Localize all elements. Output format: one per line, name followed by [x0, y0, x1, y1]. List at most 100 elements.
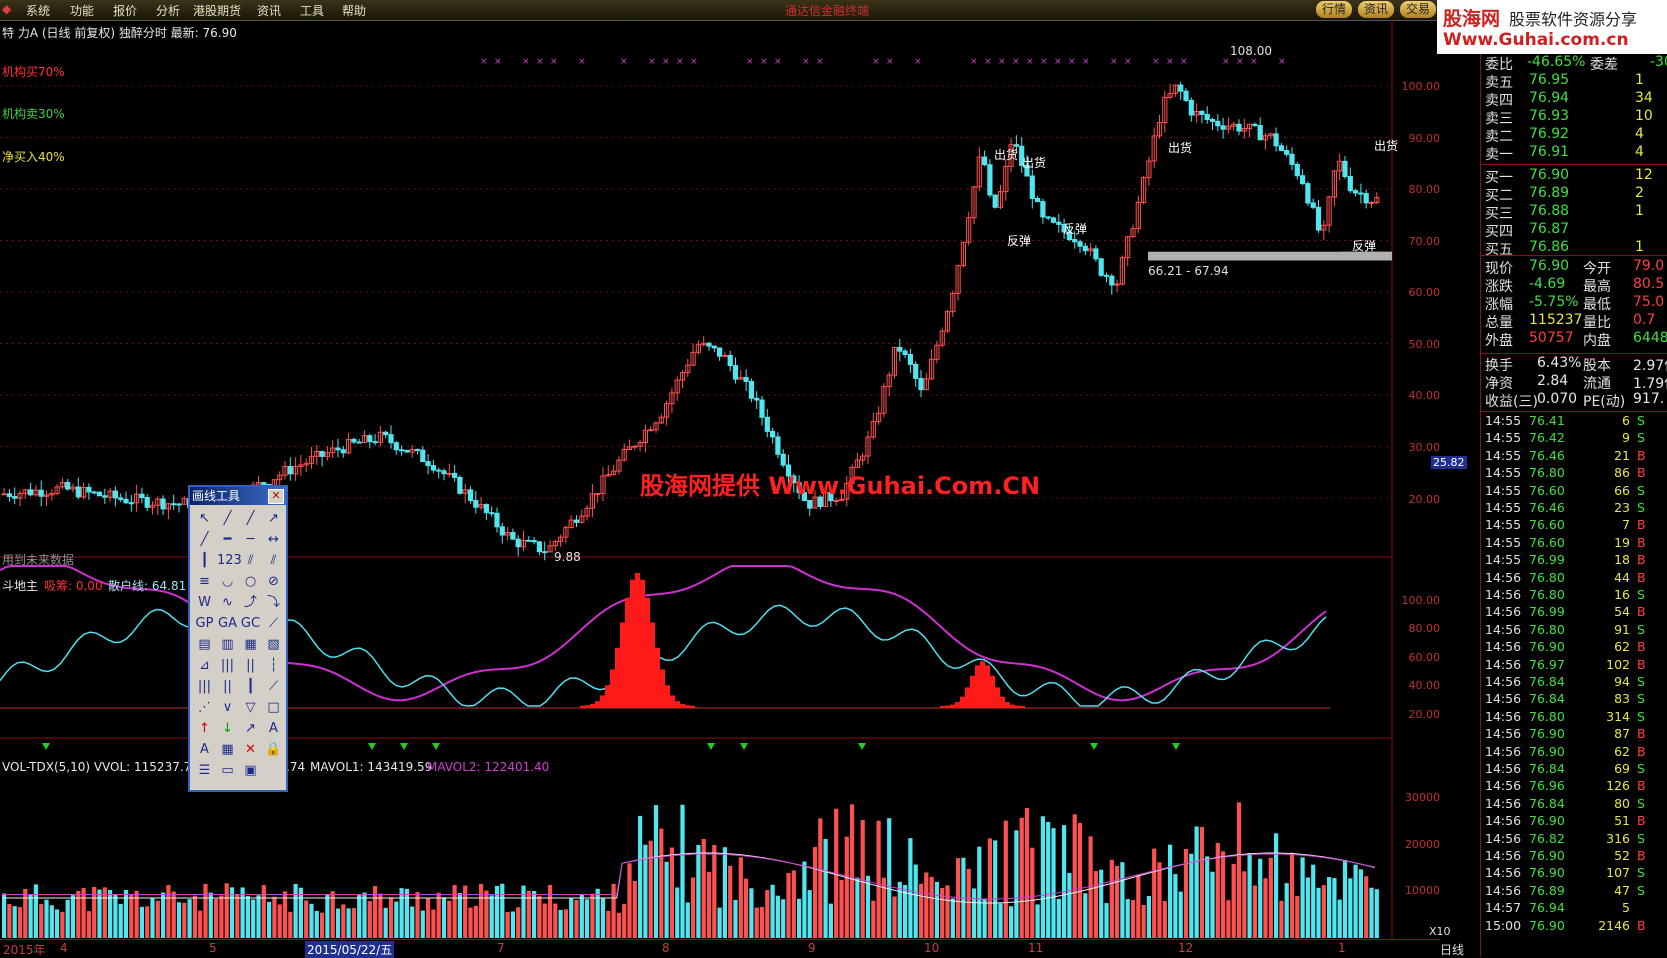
tool-line-icon[interactable]: ╱	[217, 509, 238, 528]
tick-row: 14:56 76.90 62 B	[1485, 639, 1646, 655]
volume-bar	[415, 892, 420, 938]
menu-quote[interactable]: 报价	[113, 2, 137, 19]
menu-function[interactable]: 功能	[70, 2, 94, 19]
tool-ga-icon[interactable]: GA	[217, 614, 238, 633]
tool-bar2-icon[interactable]: ||	[217, 677, 238, 696]
tool-vline-icon[interactable]: ┃	[194, 551, 215, 570]
accumulation-bar	[940, 705, 945, 708]
tool-box3-icon[interactable]: ▦	[240, 635, 261, 654]
menu-news[interactable]: 资讯	[257, 2, 281, 19]
trade-button[interactable]: 交易	[1400, 1, 1437, 18]
menu-analysis[interactable]: 分析	[156, 2, 180, 19]
tool-box4-icon[interactable]: ▧	[263, 635, 284, 654]
volume-axis-tick: 30000	[1405, 791, 1440, 804]
news-button[interactable]: 资讯	[1358, 1, 1395, 18]
drawing-toolbox[interactable]: 画线工具 ✕ ↖ ╱ ╱ ↗ ╱ ━ ─ ↔ ┃ 123 ⫽ ⫽ ≡ ◡ ○ ⊘ W ∿ ⤴ ⤵ GP GA GC ⟋ ▤ ▥ ▦ ▧…	[188, 485, 288, 792]
tool-cycle-icon[interactable]: ⊘	[263, 572, 284, 591]
menu-help[interactable]: 帮助	[342, 2, 366, 19]
tool-down-icon[interactable]: ⤵	[263, 593, 284, 612]
tool-rect-icon[interactable]: □	[263, 698, 284, 717]
tool-W-icon[interactable]: W	[194, 593, 215, 612]
tool-hseg-icon[interactable]: ↔	[263, 530, 284, 549]
candle-body	[372, 441, 378, 444]
tool-box2-icon[interactable]: ▥	[217, 635, 238, 654]
volume-bar	[664, 861, 669, 938]
tool-gann-icon[interactable]: ⊿	[194, 656, 215, 675]
tool-fan-icon[interactable]: ⟋	[263, 614, 284, 633]
tool-down-arrow-icon[interactable]: ↓	[217, 719, 238, 738]
app-logo-icon[interactable]: ◆	[2, 2, 11, 16]
menu-hk-futures[interactable]: 港股期货	[193, 2, 241, 19]
tool-hline-icon[interactable]: ━	[217, 530, 238, 549]
tool-hray-icon[interactable]: ─	[240, 530, 261, 549]
tool-para2-icon[interactable]: ⫽	[263, 551, 284, 570]
tool-tri-icon[interactable]: ▽	[240, 698, 261, 717]
tool-circle-icon[interactable]: ○	[240, 572, 261, 591]
volume-bar	[1109, 859, 1114, 938]
volume-bar	[473, 905, 478, 938]
candle-body	[356, 441, 362, 444]
menu-system[interactable]: 系统	[26, 2, 50, 19]
candle-body	[65, 481, 71, 490]
stat-row: 净资2.84流通1.79亿	[1485, 373, 1667, 392]
volume-bar	[823, 838, 828, 938]
tool-anchor-icon[interactable]: ↗	[240, 719, 261, 738]
tool-arc-icon[interactable]: ◡	[217, 572, 238, 591]
candle-body	[96, 491, 103, 497]
tool-fib-icon[interactable]: ≡	[194, 572, 215, 591]
volume-bar	[887, 818, 892, 938]
accumulation-bar	[620, 622, 625, 708]
volume-bar	[447, 900, 452, 938]
candle-body	[340, 449, 346, 454]
close-icon[interactable]: ✕	[268, 489, 284, 504]
menu-tools[interactable]: 工具	[300, 2, 324, 19]
tool-doc-icon[interactable]: ☰	[194, 761, 215, 780]
tool-box1-icon[interactable]: ▤	[194, 635, 215, 654]
tool-fan2-icon[interactable]: ⋰	[194, 698, 215, 717]
tool-eraser-icon[interactable]: ▦	[217, 740, 238, 759]
tool-arrow-icon[interactable]: ↖	[194, 509, 215, 528]
tool-slope-icon[interactable]: ╱	[194, 530, 215, 549]
tick-row: 14:56 76.82 316 S	[1485, 830, 1645, 846]
tool-up-arrow-icon[interactable]: ↑	[194, 719, 215, 738]
tool-seg-icon[interactable]: ↗	[263, 509, 284, 528]
tool-ruler-icon[interactable]: ▭	[217, 761, 238, 780]
accumulation-bar	[590, 703, 595, 708]
period-label[interactable]: 日线	[1440, 941, 1464, 958]
tool-123-icon[interactable]: 123	[217, 551, 242, 570]
indicator-name: 斗地主	[2, 579, 39, 593]
toolbox-titlebar[interactable]: 画线工具 ✕	[190, 487, 286, 505]
market-button[interactable]: 行情	[1316, 1, 1353, 18]
tool-bar4-icon[interactable]: ⟋	[263, 677, 284, 696]
tool-gc-icon[interactable]: GC	[240, 614, 261, 633]
tool-band3-icon[interactable]: ┆	[263, 656, 284, 675]
tool-ray-icon[interactable]: ╱	[240, 509, 261, 528]
candle-body	[1029, 175, 1035, 199]
tool-text-icon[interactable]: A	[194, 740, 215, 759]
tool-band2-icon[interactable]: ||	[240, 656, 261, 675]
tool-delete-icon[interactable]: ✕	[240, 740, 261, 759]
volume-bar	[860, 820, 865, 938]
tool-para-icon[interactable]: ⫽	[240, 551, 261, 570]
candle-body	[1236, 123, 1242, 132]
candle-body	[414, 448, 421, 451]
tool-gp-icon[interactable]: GP	[194, 614, 215, 633]
signal-marker: ×	[1124, 57, 1132, 67]
tool-bar1-icon[interactable]: |||	[194, 677, 215, 696]
stat-row: 外盘 50757 内盘 6448	[1485, 330, 1667, 349]
volume-bar	[394, 901, 399, 938]
tool-img-icon[interactable]: ▣	[240, 761, 261, 780]
tool-lock-icon[interactable]: 🔒	[263, 740, 284, 759]
accumulation-bar	[660, 669, 665, 708]
tool-bar3-icon[interactable]: ┃	[240, 677, 261, 696]
tool-A-icon[interactable]: A	[263, 719, 284, 738]
volume-bar	[1040, 816, 1045, 938]
tool-vdown-icon[interactable]: ∨	[217, 698, 238, 717]
volume-bar	[971, 888, 977, 938]
volume-bar	[1136, 874, 1141, 938]
tool-up-icon[interactable]: ⤴	[240, 593, 261, 612]
tool-band1-icon[interactable]: |||	[217, 656, 238, 675]
volume-bar	[1369, 887, 1374, 938]
tool-wave-icon[interactable]: ∿	[217, 593, 238, 612]
accumulation-bar	[995, 687, 1000, 708]
